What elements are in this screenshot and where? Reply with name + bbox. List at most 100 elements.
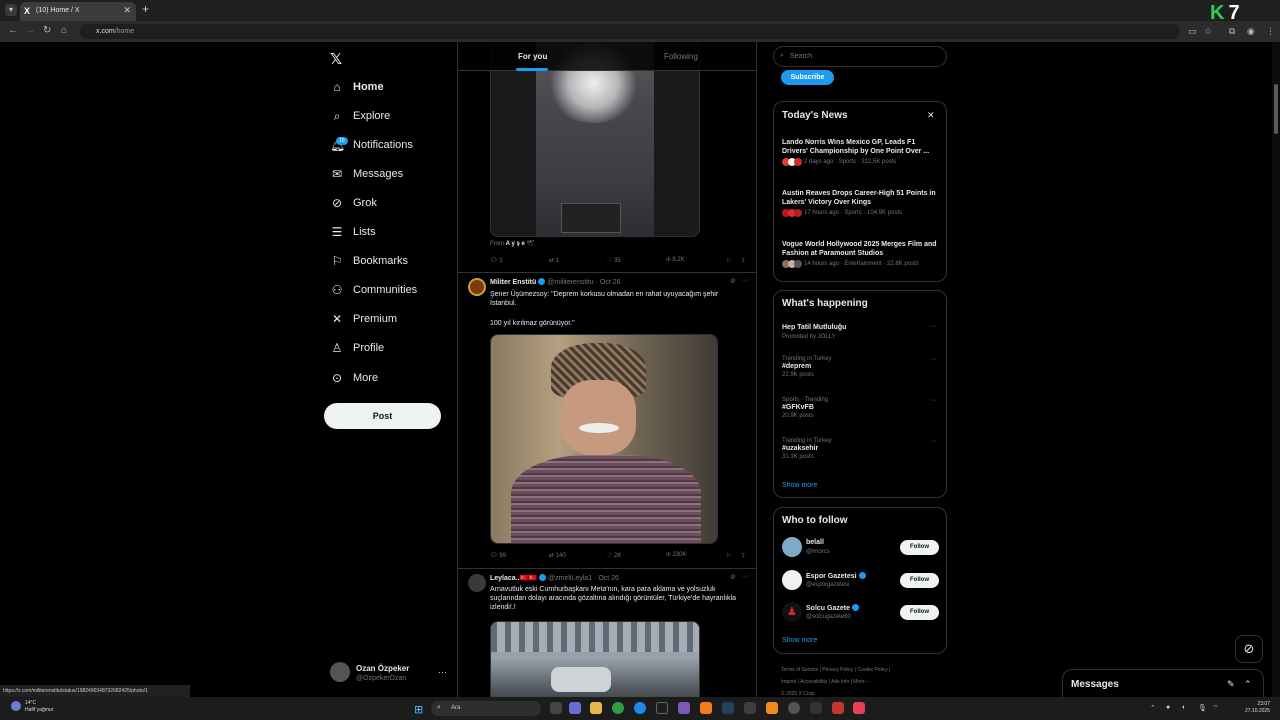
tweet-video[interactable] — [490, 42, 700, 237]
grok-explain-icon[interactable]: ⊘ — [730, 573, 736, 581]
edge-icon[interactable] — [634, 702, 646, 714]
news-item[interactable]: Vogue World Hollywood 2025 Merges Film a… — [782, 240, 942, 268]
wifi-icon[interactable]: ⌔ — [1212, 704, 1219, 713]
microphone-icon[interactable]: 🎙︎ — [1198, 704, 1207, 712]
tab-search-button[interactable]: ▾ — [5, 4, 17, 16]
trend-more-icon[interactable]: ··· — [930, 397, 937, 404]
tray-app-icon[interactable]: ● — [1166, 704, 1170, 711]
chrome-icon[interactable] — [612, 702, 624, 714]
browser-menu-icon[interactable]: ⋮ — [1266, 26, 1275, 37]
trend-more-icon[interactable]: ··· — [930, 323, 937, 330]
browser-tab[interactable]: X (10) Home / X ✕ — [20, 2, 136, 21]
author-name[interactable]: Leylaca..🇹🇷🇹🇷 — [490, 575, 537, 582]
nav-communities[interactable]: ⚇ Communities — [330, 279, 418, 301]
trend-item[interactable]: Trending in Turkey #uzaksehir 31.1K post… — [782, 438, 942, 460]
author-handle[interactable]: @militerenstitu — [547, 279, 593, 286]
trend-item[interactable]: Sports · Trending #GFKvFB 20.9K posts ··… — [782, 397, 942, 419]
tab-close-icon[interactable]: ✕ — [123, 5, 131, 16]
nav-lists[interactable]: ☰ Lists — [330, 221, 376, 243]
extensions-icon[interactable]: ⧉ — [1229, 26, 1235, 37]
reply-button[interactable]: 💬︎ 1 — [490, 257, 503, 264]
tab-for-you[interactable]: For you — [518, 52, 547, 61]
app-icon[interactable] — [853, 702, 865, 714]
weather-widget[interactable]: 14°C Hafif yağmur — [11, 700, 53, 714]
nav-more[interactable]: ⊙ More — [330, 367, 378, 389]
nav-profile[interactable]: ♙ Profile — [330, 337, 385, 359]
x-logo-icon[interactable]: 𝕏 — [330, 50, 342, 68]
forward-icon[interactable]: → — [25, 25, 35, 36]
new-message-icon[interactable]: ✎ — [1227, 679, 1235, 690]
bookmark-tweet-icon[interactable]: ⚐ — [726, 257, 731, 264]
search-input[interactable]: ⌕ Search — [773, 46, 947, 67]
share-icon[interactable]: ⇪ — [741, 552, 746, 559]
reply-button[interactable]: 💬︎ 99 — [490, 552, 506, 559]
repost-button[interactable]: ⇄ 1 — [549, 257, 559, 264]
trend-item[interactable]: Trending in Turkey #deprem 22.9K posts ·… — [782, 356, 942, 378]
new-tab-button[interactable]: + — [142, 2, 149, 16]
views-button[interactable]: ılı 8.2K — [666, 257, 685, 263]
account-switcher[interactable]: Ozan Özpeker @OzpekerOzan ··· — [330, 660, 450, 688]
home-browser-icon[interactable]: ⌂ — [61, 25, 67, 36]
app-icon[interactable] — [744, 702, 756, 714]
scrollbar-thumb[interactable] — [1274, 84, 1278, 134]
tweet-date[interactable]: Oct 26 — [600, 279, 621, 286]
page-scrollbar[interactable] — [1272, 42, 1280, 697]
nav-premium[interactable]: ✕ Premium — [330, 308, 397, 330]
nav-home[interactable]: ⌂ Home — [330, 76, 383, 98]
file-explorer-icon[interactable] — [590, 702, 602, 714]
avatar[interactable] — [468, 574, 486, 592]
app-icon[interactable] — [788, 702, 800, 714]
trend-item[interactable]: Hep Tatil Mutluluğu Promoted by JOLLY ··… — [782, 323, 942, 340]
profile-browser-icon[interactable]: ◉ — [1247, 26, 1255, 37]
tray-chevron-icon[interactable]: ⌃ — [1150, 704, 1156, 712]
nav-explore[interactable]: ⌕ Explore — [330, 105, 391, 127]
trend-more-icon[interactable]: ··· — [930, 438, 937, 445]
show-more-link[interactable]: Show more — [782, 482, 817, 489]
reload-icon[interactable]: ↻ — [43, 25, 51, 36]
tweet-photo[interactable] — [490, 334, 718, 544]
follow-suggestion[interactable]: ♟ Solcu Gazete @solcugazete60 Follow — [782, 602, 942, 624]
news-item[interactable]: Austin Reaves Drops Career-High 51 Point… — [782, 189, 942, 217]
tweet-more-icon[interactable]: ··· — [742, 277, 749, 284]
close-icon[interactable]: ✕ — [927, 110, 935, 121]
messages-drawer[interactable]: Messages ✎ ⌃ — [1062, 669, 1264, 700]
taskbar-search[interactable]: ⌕ Ara — [431, 701, 541, 716]
show-more-link[interactable]: Show more — [782, 637, 817, 644]
app-icon[interactable] — [700, 702, 712, 714]
app-icon[interactable] — [569, 702, 581, 714]
nav-grok[interactable]: ⊘ Grok — [330, 192, 377, 214]
share-icon[interactable]: ⇪ — [741, 257, 746, 264]
tweet-more-icon[interactable]: ··· — [742, 573, 749, 580]
repost-button[interactable]: ⇄ 140 — [549, 552, 566, 559]
tray-app-icon[interactable]: ◐ — [1182, 704, 1186, 711]
author-name[interactable]: Militer Enstitü — [490, 279, 536, 286]
news-item[interactable]: Lando Norris Wins Mexico GP, Leads F1 Dr… — [782, 138, 942, 166]
author-handle[interactable]: @zmirliLeyla1 — [548, 575, 592, 582]
app-icon[interactable] — [656, 702, 668, 714]
bookmark-tweet-icon[interactable]: ⚐ — [726, 552, 731, 559]
tab-following[interactable]: Following — [664, 52, 698, 61]
tweet-date[interactable]: Oct 26 — [598, 575, 619, 582]
like-button[interactable]: ♡ 35 — [607, 257, 621, 264]
app-icon[interactable] — [766, 702, 778, 714]
follow-button[interactable]: Follow — [900, 605, 939, 620]
clock[interactable]: 23:07 27.10.2025 — [1226, 701, 1270, 715]
steam-icon[interactable] — [722, 702, 734, 714]
star-icon[interactable]: ☆ — [1204, 26, 1212, 37]
app-icon[interactable] — [810, 702, 822, 714]
tweet-video[interactable] — [490, 621, 700, 702]
follow-button[interactable]: Follow — [900, 540, 939, 555]
subscribe-button[interactable]: Subscribe — [781, 70, 834, 85]
follow-suggestion[interactable]: belall @lmorcs Follow — [782, 537, 942, 559]
trend-more-icon[interactable]: ··· — [930, 356, 937, 363]
follow-button[interactable]: Follow — [900, 573, 939, 588]
windows-start-icon[interactable]: ⊞ — [414, 703, 423, 716]
grok-float-button[interactable]: ⊘ — [1235, 635, 1263, 663]
back-icon[interactable]: ← — [8, 25, 18, 36]
grok-explain-icon[interactable]: ⊘ — [730, 277, 736, 285]
post-button[interactable]: Post — [324, 403, 441, 429]
account-more-icon[interactable]: ··· — [438, 667, 447, 677]
cast-icon[interactable]: ▭ — [1188, 26, 1197, 37]
task-view-icon[interactable] — [550, 702, 562, 714]
expand-icon[interactable]: ⌃ — [1244, 679, 1252, 690]
